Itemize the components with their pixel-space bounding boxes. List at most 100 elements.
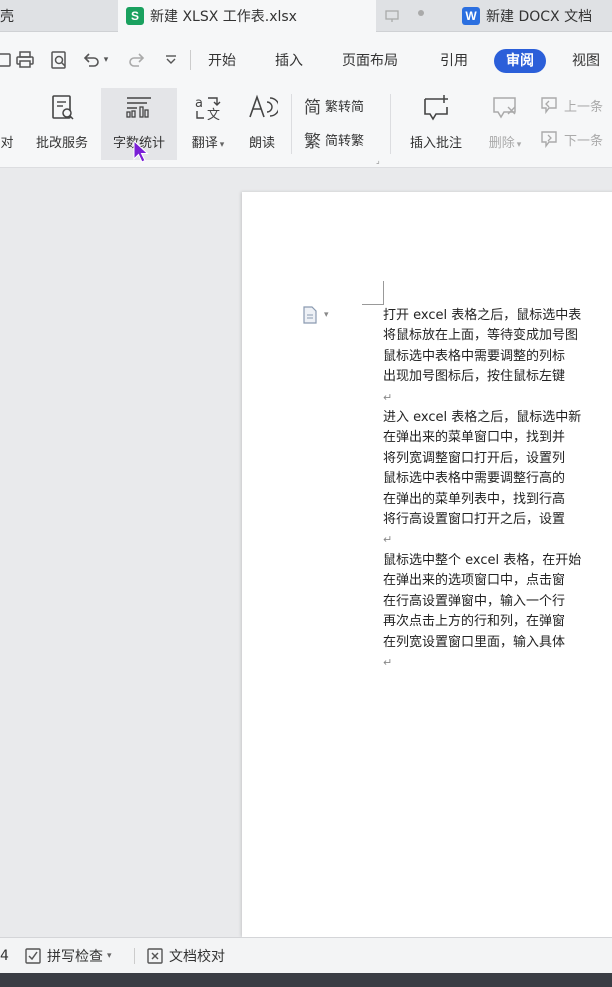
doc-proof-button[interactable]: 文档校对 [146, 945, 225, 967]
customize-toolbar-icon[interactable] [160, 49, 182, 71]
spreadsheet-icon: S [126, 7, 144, 25]
menu-page-layout[interactable]: 页面布局 [342, 49, 398, 73]
next-comment-button[interactable]: 下一条 [540, 128, 603, 150]
translate-icon: a文 [192, 92, 224, 124]
text-line: 在弹出的菜单列表中，找到行高 [383, 491, 566, 507]
app-window: 壳 S 新建 XLSX 工作表.xlsx W 新建 DOCX 文档 ▾ 开始 插… [0, 0, 612, 987]
separator [291, 94, 292, 154]
delete-comment-button[interactable]: 删除 ▾ [480, 88, 530, 160]
text-line: 在弹出来的选项窗口中，点击窗 [383, 573, 566, 589]
page-indicator[interactable]: 4 [0, 945, 9, 967]
text-line: 进入 excel 表格之后，鼠标选中新 [383, 410, 582, 426]
word-count-icon [123, 92, 155, 124]
paragraph-mark: ↵ [383, 655, 393, 669]
menu-home[interactable]: 开始 [208, 49, 236, 73]
prev-comment-label: 上一条 [564, 99, 604, 115]
paragraph-menu-button[interactable]: ▾ [302, 306, 329, 324]
tab-xlsx[interactable]: S 新建 XLSX 工作表.xlsx [118, 0, 424, 32]
monitor-icon[interactable] [384, 8, 400, 28]
insert-comment-label: 插入批注 [409, 136, 462, 151]
trad-to-simp-icon: 简 [304, 97, 321, 118]
tab-label: 新建 DOCX 文档 [486, 9, 593, 25]
status-bar: 4 拼写检查 ▾ 文档校对 [0, 937, 612, 973]
document-icon: W [462, 7, 480, 25]
delete-text: 删除 [488, 136, 515, 151]
revise-service-button[interactable]: 批改服务 [26, 88, 98, 160]
text-line: 鼠标选中表格中需要调整的列标 [383, 348, 566, 364]
spell-check-button[interactable]: 拼写检查 ▾ [24, 945, 112, 967]
menu-insert[interactable]: 插入 [275, 49, 303, 73]
paragraph-mark: ↵ [383, 390, 393, 404]
next-comment-icon [541, 131, 557, 148]
proofread-button[interactable]: 对 [0, 88, 18, 160]
undo-icon[interactable] [80, 49, 102, 71]
trad-to-simp-label: 繁转简 [325, 99, 365, 115]
trad-to-simp-button[interactable]: 简 繁转简 [304, 94, 365, 118]
simp-to-trad-button[interactable]: 繁 简转繁 [304, 128, 365, 152]
revise-service-icon [46, 92, 78, 124]
proof-icon [147, 948, 163, 964]
text-line: 再次点击上方的行和列，在弹窗 [383, 614, 566, 630]
translate-button[interactable]: a文 翻译 ▾ [182, 88, 234, 160]
taskbar-strip [0, 973, 612, 987]
svg-text:a: a [195, 96, 203, 111]
menu-bar: ▾ 开始 插入 页面布局 引用 审阅 视图 [0, 32, 612, 88]
tab-bar: 壳 S 新建 XLSX 工作表.xlsx W 新建 DOCX 文档 [0, 0, 612, 32]
doc-proof-label: 文档校对 [169, 949, 225, 965]
next-comment-label: 下一条 [564, 133, 604, 149]
ribbon-review: 对 批改服务 字数统计 a文 翻译 ▾ 朗读 简 繁转简 繁 简转繁 ⌟ 插入批… [0, 88, 612, 168]
separator [134, 948, 135, 964]
separator [390, 94, 391, 154]
insert-comment-button[interactable]: 插入批注 [398, 88, 474, 160]
print-preview-icon[interactable] [48, 49, 70, 71]
delete-comment-label: 删除 ▾ [489, 132, 522, 151]
text-line: 在行高设置弹窗中，输入一个行 [383, 593, 566, 609]
chevron-down-icon: ▾ [107, 951, 112, 961]
prev-comment-button[interactable]: 上一条 [540, 94, 603, 116]
read-aloud-button[interactable]: 朗读 [240, 88, 284, 160]
text-line: 将行高设置窗口打开之后，设置 [383, 512, 566, 528]
menu-view[interactable]: 视图 [572, 49, 600, 73]
chevron-down-icon: ▾ [516, 140, 522, 150]
svg-text:文: 文 [207, 108, 220, 123]
revise-service-label: 批改服务 [35, 136, 88, 151]
text-line: 将列宽调整窗口打开后，设置列 [383, 450, 566, 466]
checkbox-check-icon [25, 948, 41, 964]
tab-label: 新建 XLSX 工作表.xlsx [150, 9, 297, 25]
read-aloud-label: 朗读 [248, 136, 275, 151]
simp-to-trad-label: 简转繁 [325, 133, 365, 149]
read-aloud-icon [246, 92, 278, 124]
menu-review[interactable]: 审阅 [494, 49, 546, 73]
menu-references[interactable]: 引用 [440, 49, 468, 73]
text-line: 在弹出来的菜单窗口中，找到并 [383, 430, 566, 446]
mouse-pointer-icon [133, 140, 149, 163]
group-expand-icon[interactable]: ⌟ [376, 156, 380, 165]
text-line: 在列宽设置窗口里面，输入具体 [383, 634, 566, 650]
document-body[interactable]: 打开 excel 表格之后，鼠标选中表 将鼠标放在上面，等待变成加号图 鼠标选中… [383, 306, 612, 673]
chevron-down-icon: ▾ [219, 140, 225, 150]
print-icon[interactable] [14, 49, 36, 71]
delete-comment-icon [489, 92, 521, 124]
document-icon [303, 306, 317, 324]
text-line: 将鼠标放在上面，等待变成加号图 [383, 328, 579, 344]
separator [190, 50, 191, 70]
margin-corner-mark [362, 281, 384, 305]
translate-label: 翻译 ▾ [192, 132, 225, 151]
spell-check-label: 拼写检查 [47, 949, 103, 965]
text-line: 出现加号图标后，按住鼠标左键 [383, 369, 566, 385]
undo-dropdown-icon[interactable]: ▾ [100, 49, 112, 71]
proofread-icon [0, 92, 23, 124]
tab-partial[interactable]: 壳 [0, 0, 108, 32]
insert-comment-icon [420, 92, 452, 124]
text-line: 打开 excel 表格之后，鼠标选中表 [383, 308, 582, 323]
proofread-label: 对 [0, 136, 14, 151]
document-page[interactable]: 打开 excel 表格之后，鼠标选中表 将鼠标放在上面，等待变成加号图 鼠标选中… [242, 192, 612, 937]
redo-icon[interactable] [126, 49, 148, 71]
prev-comment-icon [541, 97, 557, 114]
simp-to-trad-icon: 繁 [304, 131, 321, 152]
paragraph-mark: ↵ [383, 533, 393, 547]
chevron-down-icon: ▾ [324, 310, 329, 320]
translate-text: 翻译 [191, 136, 218, 151]
document-workspace[interactable]: 打开 excel 表格之后，鼠标选中表 将鼠标放在上面，等待变成加号图 鼠标选中… [0, 169, 612, 937]
tab-docx[interactable]: W 新建 DOCX 文档 [456, 0, 612, 32]
